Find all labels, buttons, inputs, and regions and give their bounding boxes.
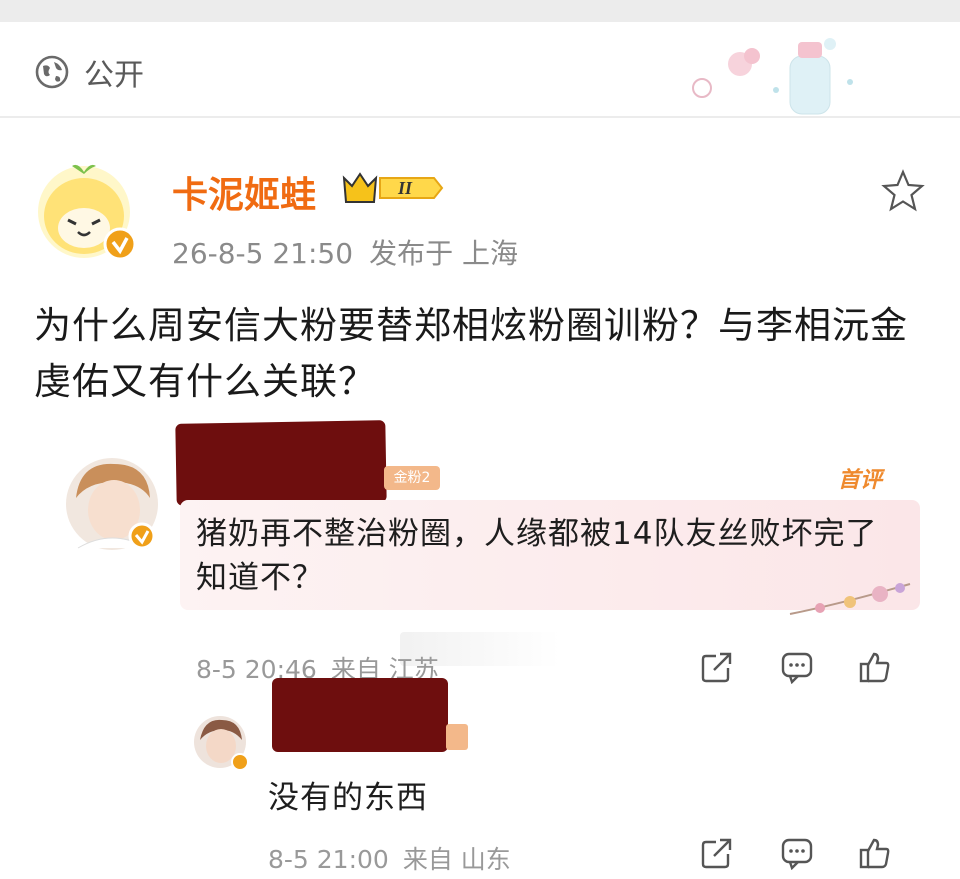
post-date: 26-8-5 21:50 bbox=[172, 237, 354, 270]
star-icon[interactable] bbox=[880, 168, 926, 214]
author-avatar[interactable] bbox=[36, 158, 140, 262]
share-icon[interactable] bbox=[700, 836, 734, 870]
redacted-username bbox=[272, 678, 448, 752]
reply-location: 来自 山东 bbox=[402, 845, 511, 874]
comment-icon[interactable] bbox=[780, 836, 814, 870]
crown-badge-icon[interactable]: II bbox=[340, 168, 444, 208]
redacted-username bbox=[175, 420, 387, 506]
like-icon[interactable] bbox=[858, 650, 892, 684]
post-text: 为什么周安信大粉要替郑相炫粉圈训粉？与李相沅金虔佑又有什么关联？ bbox=[34, 304, 908, 403]
reply-actions bbox=[700, 836, 900, 876]
comment-icon[interactable] bbox=[780, 650, 814, 684]
visibility-label: 公开 bbox=[84, 58, 144, 93]
reply-text: 没有的东西 bbox=[268, 780, 428, 816]
decoration-bottle-icon bbox=[692, 38, 853, 115]
comment-actions bbox=[700, 650, 900, 690]
fan-badge: 金粉2 bbox=[384, 466, 440, 490]
reply-date: 8-5 21:00 bbox=[268, 845, 389, 874]
flower-decoration-icon bbox=[789, 583, 911, 615]
reply-meta: 8-5 21:00 来自 山东 bbox=[268, 840, 525, 876]
like-icon[interactable] bbox=[858, 836, 892, 870]
post-location: 发布于 上海 bbox=[369, 237, 518, 270]
reply-avatar[interactable] bbox=[194, 716, 250, 772]
author-name[interactable]: 卡泥姬蛙 bbox=[172, 166, 316, 218]
share-icon[interactable] bbox=[700, 650, 734, 684]
commenter-avatar[interactable] bbox=[64, 456, 164, 556]
level-badge-text: II bbox=[397, 178, 413, 198]
top-strip bbox=[0, 0, 960, 22]
post-meta: 26-8-5 21:50 发布于 上海 bbox=[172, 232, 534, 272]
globe-icon bbox=[35, 55, 69, 89]
first-comment-tag: 首评 bbox=[838, 468, 883, 493]
fan-badge bbox=[446, 724, 468, 750]
